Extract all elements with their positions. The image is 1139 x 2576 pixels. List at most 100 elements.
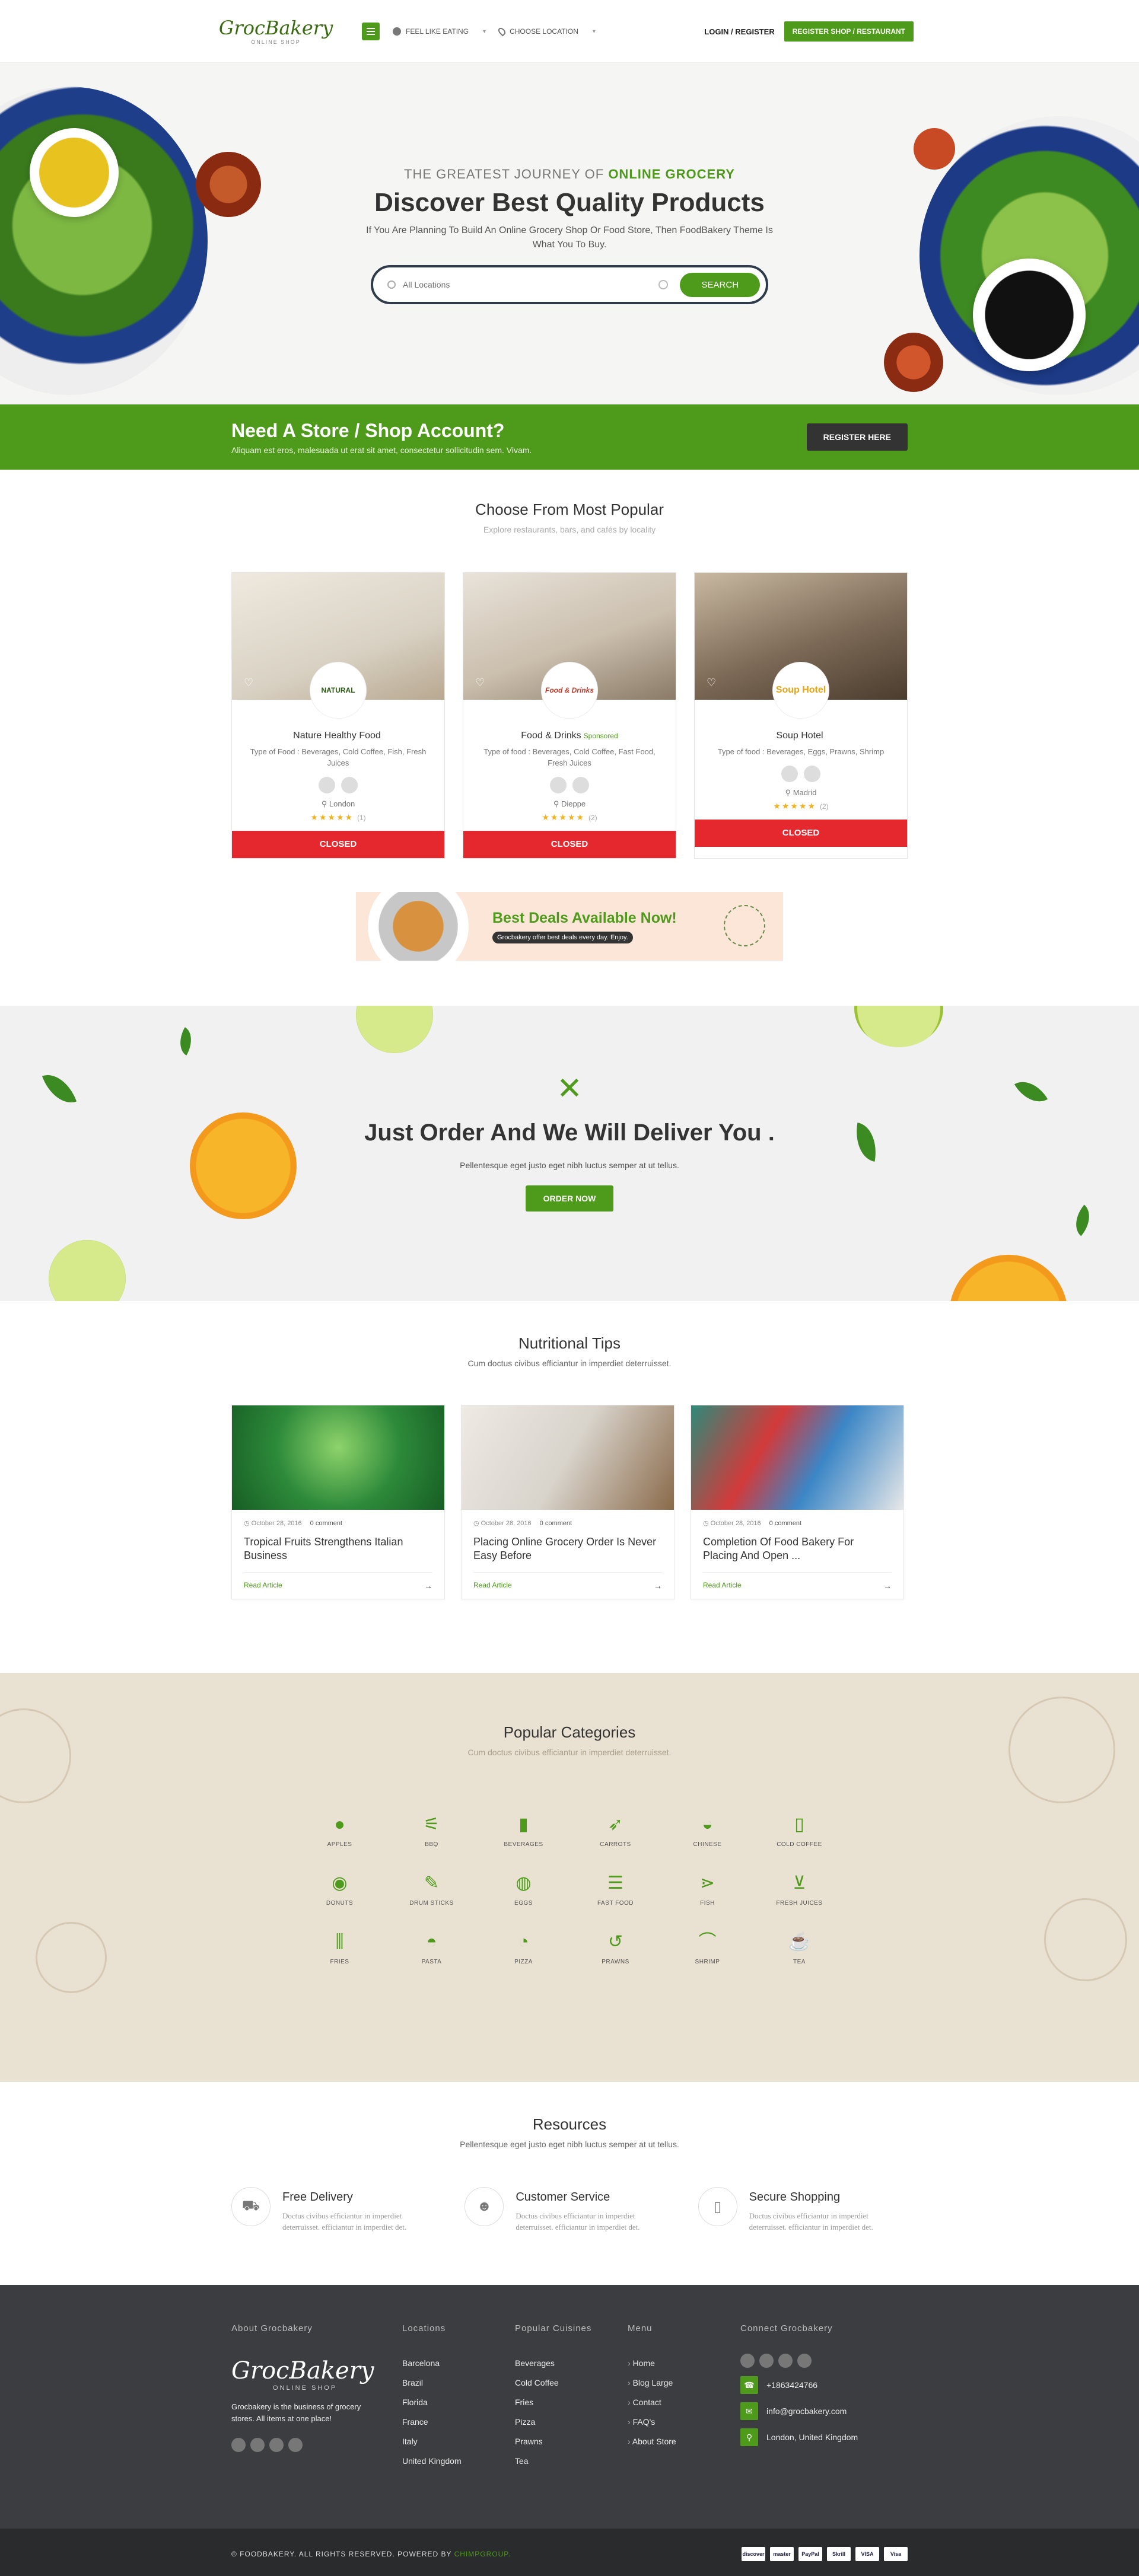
menu-icon[interactable] — [362, 23, 380, 40]
resource-text: Doctus civibus efficiantur in imperdiet … — [749, 2211, 873, 2231]
choose-location-dropdown[interactable]: CHOOSE LOCATION ▾ — [497, 26, 596, 37]
footer-link[interactable]: Home — [628, 2354, 740, 2373]
arrow-right-icon[interactable]: → — [654, 1581, 662, 1590]
heart-icon[interactable]: ♡ — [244, 677, 253, 688]
arrow-right-icon[interactable]: → — [424, 1581, 432, 1590]
bowl-icon: ◒ — [702, 1815, 713, 1834]
closed-status: CLOSED — [232, 831, 444, 858]
footer-link[interactable]: Fries — [515, 2393, 628, 2412]
category-pasta[interactable]: ◓ PASTA — [386, 1930, 478, 1965]
footer-link[interactable]: FAQ's — [628, 2412, 740, 2432]
category-bbq[interactable]: ⚟ BBQ — [386, 1813, 478, 1848]
category-tea[interactable]: ☕ TEA — [753, 1930, 845, 1965]
footer-link[interactable]: Contact — [628, 2393, 740, 2412]
contact-phone[interactable]: ☎ +1863424766 — [740, 2376, 908, 2394]
category-shrimp[interactable]: ⌒ SHRIMP — [661, 1930, 753, 1965]
restaurant-card[interactable]: ♡ Soup Hotel Soup Hotel Type of food : B… — [694, 572, 908, 859]
instagram-icon[interactable] — [778, 2354, 793, 2368]
category-prawns[interactable]: ↺ PRAWNS — [570, 1930, 661, 1965]
restaurant-name[interactable]: Soup Hotel — [707, 731, 895, 741]
resource-text: Doctus civibus efficiantur in imperdiet … — [282, 2211, 407, 2231]
location-search-input[interactable] — [403, 280, 659, 289]
arrow-right-icon[interactable]: → — [883, 1581, 892, 1590]
read-article-link[interactable]: Read Article — [473, 1581, 512, 1590]
payment-methods: discover master PayPal Skrill VISA Visa — [742, 2546, 908, 2561]
article-card[interactable]: ◷ October 28, 2016 0 comment Tropical Fru… — [231, 1405, 445, 1599]
category-fish[interactable]: ⋗ FISH — [661, 1872, 753, 1907]
facebook-icon[interactable] — [231, 2438, 246, 2452]
restaurant-card[interactable]: ♡ Food & Drinks Food & Drinks Sponsored T… — [463, 572, 676, 859]
pickup-icon — [341, 777, 358, 793]
footer-link[interactable]: Tea — [515, 2451, 628, 2471]
category-label: FRIES — [330, 1959, 349, 1965]
deliver-title: Just Order And We Will Deliver You . — [364, 1120, 775, 1146]
category-eggs[interactable]: ◍ EGGS — [478, 1872, 570, 1907]
restaurant-card[interactable]: ♡ NATURAL Nature Healthy Food Type of Fo… — [231, 572, 445, 859]
powered-by-link[interactable]: CHIMPGROUP. — [454, 2550, 511, 2558]
category-label: DONUTS — [326, 1900, 354, 1907]
twitter-icon[interactable] — [250, 2438, 265, 2452]
search-icon — [387, 280, 396, 289]
tumblr-icon[interactable] — [288, 2438, 303, 2452]
read-article-link[interactable]: Read Article — [703, 1581, 742, 1590]
feel-like-eating-dropdown[interactable]: FEEL LIKE EATING ▾ — [393, 27, 486, 36]
read-article-link[interactable]: Read Article — [244, 1581, 282, 1590]
article-title[interactable]: Tropical Fruits Strengthens Italian Busi… — [244, 1535, 432, 1563]
heart-icon[interactable]: ♡ — [475, 677, 485, 688]
dribbble-icon[interactable] — [797, 2354, 812, 2368]
cup-icon: ▯ — [794, 1815, 804, 1834]
deliver-section: ✕ Just Order And We Will Deliver You . P… — [0, 1006, 1139, 1301]
footer-link[interactable]: France — [402, 2412, 515, 2432]
category-apples[interactable]: ● APPLES — [294, 1813, 386, 1848]
register-shop-button[interactable]: REGISTER SHOP / RESTAURANT — [784, 21, 914, 42]
tomato-image — [884, 333, 943, 392]
category-fast-food[interactable]: ☰ FAST FOOD — [570, 1872, 661, 1907]
heart-icon[interactable]: ♡ — [707, 677, 716, 688]
category-drum-sticks[interactable]: ✎ DRUM STICKS — [386, 1872, 478, 1907]
footer-link[interactable]: Blog Large — [628, 2373, 740, 2393]
chevron-down-icon: ▾ — [483, 28, 486, 35]
skrill-icon: Skrill — [827, 2546, 851, 2561]
footer-link[interactable]: Prawns — [515, 2432, 628, 2451]
twitter-icon[interactable] — [759, 2354, 774, 2368]
logo[interactable]: GrocBakery ONLINE SHOP — [219, 18, 333, 45]
article-card[interactable]: ◷ October 28, 2016 0 comment Completion O… — [691, 1405, 904, 1599]
resource-customer-service: ☻ Customer Service Doctus civibus efficia… — [464, 2187, 674, 2233]
article-title[interactable]: Placing Online Grocery Order Is Never Ea… — [473, 1535, 662, 1563]
site-header: GrocBakery ONLINE SHOP FEEL LIKE EATING … — [0, 0, 1139, 63]
restaurant-image: ♡ NATURAL — [232, 573, 444, 719]
crosshair-icon[interactable] — [658, 280, 669, 289]
footer-link[interactable]: Barcelona — [402, 2354, 515, 2373]
restaurant-name[interactable]: Food & Drinks Sponsored — [475, 731, 664, 741]
category-chinese[interactable]: ◒ CHINESE — [661, 1813, 753, 1848]
login-register-link[interactable]: LOGIN / REGISTER — [704, 27, 774, 36]
category-donuts[interactable]: ◉ DONUTS — [294, 1872, 386, 1907]
article-card[interactable]: ◷ October 28, 2016 0 comment Placing Onli… — [461, 1405, 675, 1599]
category-fries[interactable]: ⫼ FRIES — [294, 1930, 386, 1965]
category-cold-coffee[interactable]: ▯ COLD COFFEE — [753, 1813, 845, 1848]
category-pizza[interactable]: ◔ PIZZA — [478, 1930, 570, 1965]
contact-email[interactable]: ✉ info@grocbakery.com — [740, 2402, 908, 2420]
footer-link[interactable]: About Store — [628, 2432, 740, 2451]
category-carrots[interactable]: ➶ CARROTS — [570, 1813, 661, 1848]
footer-link[interactable]: Cold Coffee — [515, 2373, 628, 2393]
category-beverages[interactable]: ▮ BEVERAGES — [478, 1813, 570, 1848]
footer-link[interactable]: Italy — [402, 2432, 515, 2451]
footer-link[interactable]: Beverages — [515, 2354, 628, 2373]
footer-about-text: Grocbakery is the business of grocery st… — [231, 2402, 361, 2423]
footer-link[interactable]: Florida — [402, 2393, 515, 2412]
best-deals-banner[interactable]: Best Deals Available Now! Grocbakery off… — [356, 892, 783, 961]
facebook-icon[interactable] — [740, 2354, 755, 2368]
order-now-button[interactable]: ORDER NOW — [525, 1185, 614, 1212]
footer-link[interactable]: Pizza — [515, 2412, 628, 2432]
footer-logo[interactable]: GrocBakery — [231, 2357, 402, 2384]
footer-connect: Connect Grocbakery ☎ +1863424766 ✉ info@gr… — [740, 2323, 908, 2471]
google-plus-icon[interactable] — [269, 2438, 284, 2452]
footer-link[interactable]: Brazil — [402, 2373, 515, 2393]
restaurant-name[interactable]: Nature Healthy Food — [244, 731, 432, 741]
register-here-button[interactable]: REGISTER HERE — [806, 423, 908, 451]
search-button[interactable]: SEARCH — [680, 272, 760, 297]
footer-link[interactable]: United Kingdom — [402, 2451, 515, 2471]
article-title[interactable]: Completion Of Food Bakery For Placing An… — [703, 1535, 892, 1563]
category-fresh-juices[interactable]: ⊻ FRESH JUICES — [753, 1872, 845, 1907]
